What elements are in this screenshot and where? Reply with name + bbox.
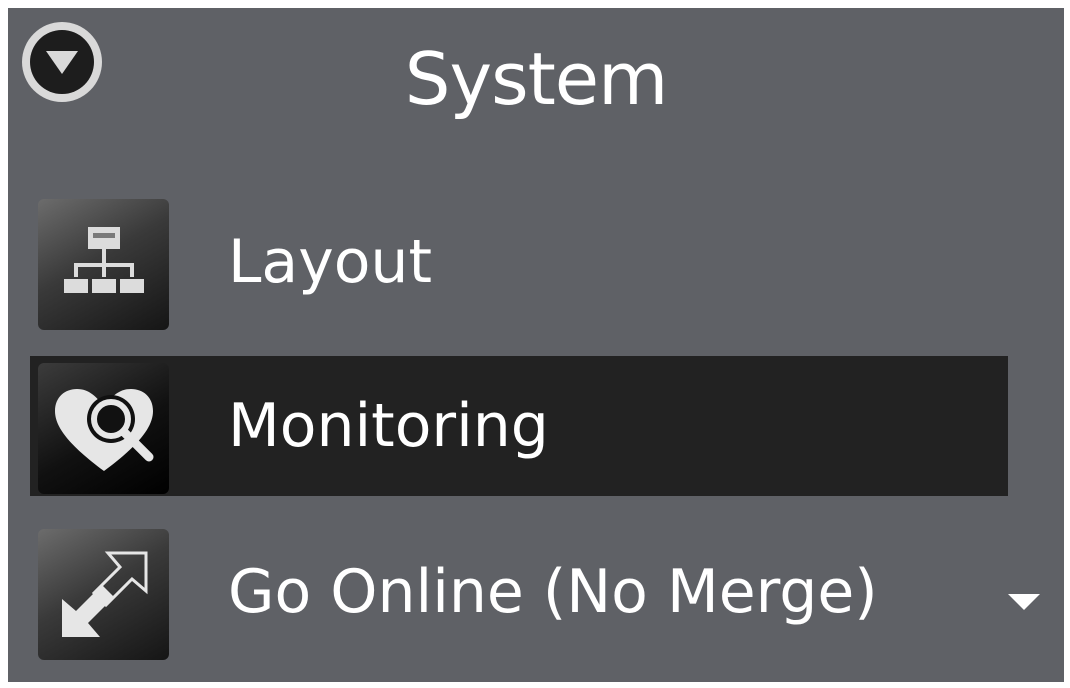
system-panel: System Layout Monitoring Go Online (No M…: [8, 8, 1064, 682]
network-layout-icon: [38, 199, 169, 330]
panel-title: System: [404, 37, 669, 121]
chevron-down-icon[interactable]: [1004, 588, 1044, 614]
heart-search-icon: [38, 363, 169, 494]
menu-item-label: Monitoring: [228, 391, 549, 461]
menu-item-label: Layout: [228, 227, 432, 297]
menu-item-go-online[interactable]: Go Online (No Merge): [30, 522, 1008, 662]
go-online-arrow-icon: [38, 529, 169, 660]
menu-item-layout[interactable]: Layout: [30, 192, 1008, 332]
menu-item-monitoring[interactable]: Monitoring: [30, 356, 1008, 496]
menu-item-label: Go Online (No Merge): [228, 557, 878, 627]
